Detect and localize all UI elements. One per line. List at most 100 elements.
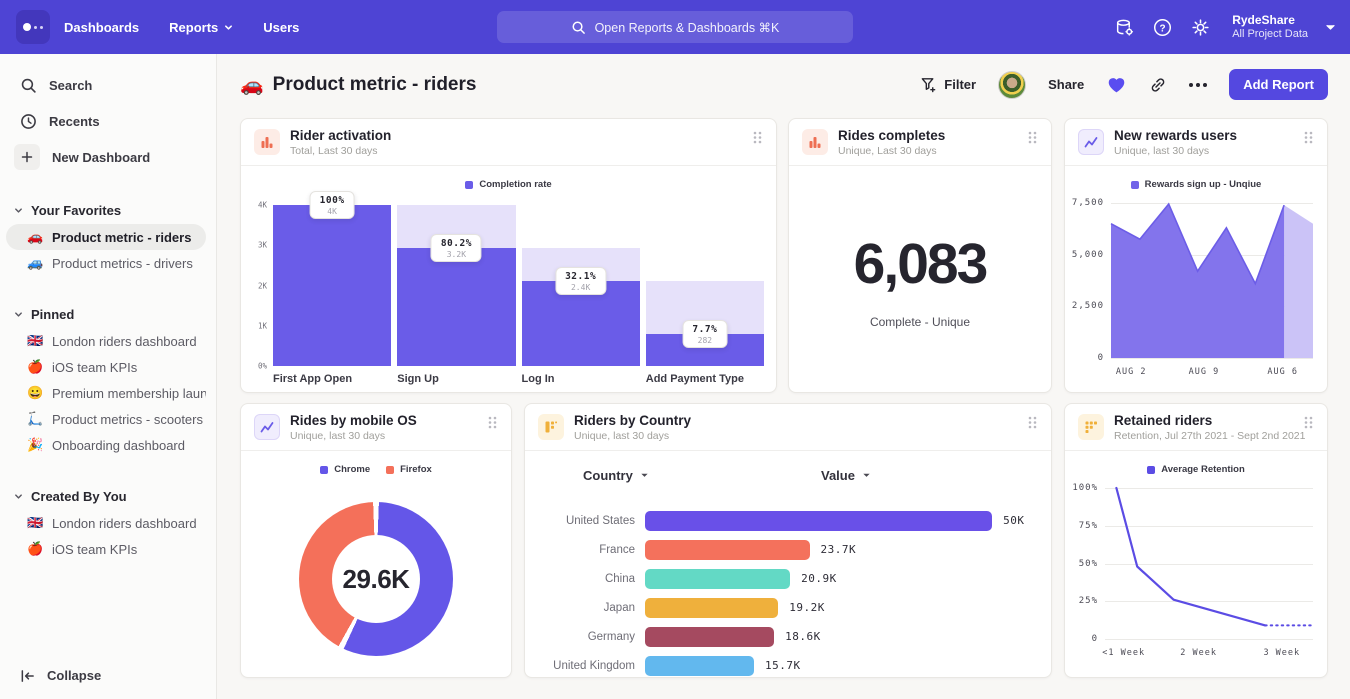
global-search-input[interactable]: Open Reports & Dashboards ⌘K	[497, 11, 853, 43]
drag-handle-icon[interactable]	[1303, 415, 1314, 435]
sidebar-item[interactable]: 🍎iOS team KPIs	[6, 536, 206, 562]
card-subtitle: Unique, last 30 days	[290, 430, 477, 442]
sidebar-collapse-button[interactable]: Collapse	[20, 668, 101, 683]
sidebar-item-recents[interactable]: Recents	[0, 106, 216, 136]
share-button[interactable]: Share	[1048, 77, 1084, 92]
sidebar-item[interactable]: 😀Premium membership launch	[6, 380, 206, 406]
country-column-sort[interactable]: Country	[583, 468, 649, 483]
funnel-tooltip-value: 282	[692, 336, 717, 345]
avatar[interactable]	[998, 71, 1026, 99]
country-bar[interactable]	[645, 540, 810, 560]
card-subtitle: Unique, Last 30 days	[838, 145, 1017, 157]
card-title: Retained riders	[1114, 413, 1293, 428]
sidebar-item-new-dashboard[interactable]: New Dashboard	[0, 142, 216, 172]
chevron-down-icon[interactable]	[1325, 22, 1336, 33]
card-header: Rider activation Total, Last 30 days	[241, 119, 776, 166]
funnel-bar[interactable]	[273, 205, 391, 366]
card-subtitle: Unique, last 30 days	[574, 430, 1017, 442]
y-axis-tick: 5,000	[1072, 250, 1104, 260]
sidebar-new-dashboard-label: New Dashboard	[52, 150, 150, 165]
y-axis-tick: 25%	[1079, 596, 1098, 606]
nav-users-label: Users	[263, 20, 299, 35]
search-placeholder: Open Reports & Dashboards ⌘K	[595, 20, 780, 35]
drag-handle-icon[interactable]	[487, 415, 498, 435]
header-actions: Filter Share Add Report	[920, 69, 1328, 100]
sidebar-sections: Your Favorites🚗Product metric - riders🚙P…	[0, 196, 216, 562]
logo-dot	[23, 23, 31, 31]
country-bar[interactable]	[645, 627, 774, 647]
favorite-heart-icon[interactable]	[1106, 75, 1127, 94]
country-bar[interactable]	[645, 569, 790, 589]
card-retained-riders: Retained riders Retention, Jul 27th 2021…	[1064, 403, 1328, 678]
sidebar-section-header[interactable]: Your Favorites	[0, 196, 216, 224]
country-label: China	[539, 573, 645, 585]
sidebar-item-search[interactable]: Search	[0, 70, 216, 100]
main-content: 🚗 Product metric - riders Filter Share A…	[217, 54, 1350, 699]
table-row: United States50K	[539, 506, 1035, 535]
drag-handle-icon[interactable]	[752, 130, 763, 150]
country-bar[interactable]	[645, 598, 778, 618]
app-logo[interactable]	[16, 10, 50, 44]
country-rows: United States50KFrance23.7KChina20.9KJap…	[539, 506, 1035, 680]
add-report-button[interactable]: Add Report	[1229, 69, 1328, 100]
donut-ring[interactable]: 29.6K	[299, 502, 453, 656]
sidebar-section: Your Favorites🚗Product metric - riders🚙P…	[0, 196, 216, 276]
sidebar-item[interactable]: 🎉Onboarding dashboard	[6, 432, 206, 458]
legend-swatch	[386, 466, 394, 474]
funnel-column: 7.7%282	[646, 205, 764, 366]
sidebar-item[interactable]: 🇬🇧London riders dashboard	[6, 510, 206, 536]
country-bar[interactable]	[645, 511, 992, 531]
sidebar-item-label: London riders dashboard	[52, 334, 197, 349]
funnel-bar[interactable]	[397, 248, 515, 366]
funnel-tooltip-value: 3.2K	[441, 250, 472, 259]
country-label: United Kingdom	[539, 660, 645, 672]
settings-gear-icon[interactable]	[1190, 17, 1211, 38]
y-axis-tick: 2,500	[1072, 301, 1104, 311]
country-bar[interactable]	[645, 656, 754, 676]
drag-handle-icon[interactable]	[1027, 415, 1038, 435]
y-axis-tick: 0	[1092, 634, 1098, 644]
drag-handle-icon[interactable]	[1027, 130, 1038, 150]
nav-reports-label: Reports	[169, 20, 218, 35]
bar-track: 20.9K	[645, 569, 1035, 589]
x-axis-tick: AUG 6	[1267, 367, 1298, 377]
chevron-down-icon	[640, 471, 649, 480]
table-row: Germany18.6K	[539, 622, 1035, 651]
sidebar-section-header[interactable]: Created By You	[0, 482, 216, 510]
sidebar-item[interactable]: 🚗Product metric - riders	[6, 224, 206, 250]
sidebar-item[interactable]: 🛴Product metrics - scooters	[6, 406, 206, 432]
help-icon[interactable]: ?	[1152, 17, 1173, 38]
bar-chart-icon	[802, 129, 828, 155]
sidebar-item[interactable]: 🍎iOS team KPIs	[6, 354, 206, 380]
project-switcher[interactable]: RydeShare All Project Data	[1232, 13, 1308, 42]
more-options-icon[interactable]	[1189, 83, 1207, 87]
card-title: Rider activation	[290, 128, 742, 143]
table-row: United Kingdom15.7K	[539, 651, 1035, 680]
value-column-sort[interactable]: Value	[821, 468, 871, 483]
drag-handle-icon[interactable]	[1303, 130, 1314, 150]
app-root: Dashboards Reports Users Open Reports & …	[0, 0, 1350, 699]
funnel-blocks-icon	[538, 414, 564, 440]
data-management-icon[interactable]	[1114, 17, 1135, 38]
filter-button[interactable]: Filter	[920, 76, 976, 93]
sidebar-item-label: Product metrics - scooters	[52, 412, 203, 427]
chevron-down-icon	[862, 471, 871, 480]
sidebar-item[interactable]: 🚙Product metrics - drivers	[6, 250, 206, 276]
nav-dashboards[interactable]: Dashboards	[64, 20, 139, 35]
filter-funnel-icon	[920, 76, 937, 93]
x-axis-tick: AUG 9	[1189, 367, 1220, 377]
area-plot-area: 7,5005,0002,5000AUG 2AUG 9AUG 6	[1111, 203, 1313, 358]
area-chart: Rewards sign up - Unqiue 7,5005,0002,500…	[1065, 167, 1327, 392]
card-title: Riders by Country	[574, 413, 1017, 428]
nav-users[interactable]: Users	[263, 20, 299, 35]
funnel-y-tick: 2K	[245, 281, 267, 290]
sidebar-section-header[interactable]: Pinned	[0, 300, 216, 328]
legend-label: Average Retention	[1161, 464, 1245, 475]
chart-legend: Completion rate	[241, 179, 776, 190]
sidebar-item[interactable]: 🇬🇧London riders dashboard	[6, 328, 206, 354]
retention-series	[1105, 488, 1313, 639]
nav-reports[interactable]: Reports	[169, 20, 233, 35]
line-chart-icon	[254, 414, 280, 440]
copy-link-icon[interactable]	[1149, 76, 1167, 94]
country-column-label: Country	[583, 468, 633, 483]
